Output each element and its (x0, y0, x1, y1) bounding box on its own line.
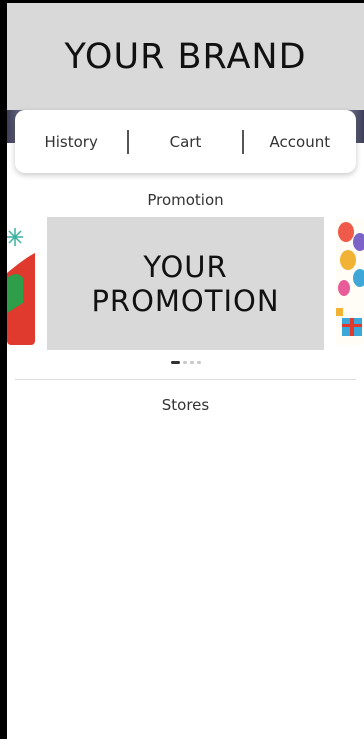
promo-card-line1: YOUR (143, 249, 228, 284)
nav-account-label: Account (269, 132, 331, 151)
promotion-carousel[interactable]: YOUR PROMOTION (7, 217, 364, 353)
promo-card-line2: PROMOTION (91, 283, 280, 318)
party-balloons-image (336, 218, 364, 345)
christmas-promo-image (7, 218, 35, 345)
app-screen: YOUR BRAND History Cart Account Promotio… (7, 3, 364, 739)
carousel-dot[interactable] (182, 361, 187, 364)
prev-promo-card[interactable] (7, 218, 35, 345)
nav-account-button[interactable]: Account (244, 110, 356, 173)
nav-history-button[interactable]: History (15, 110, 127, 173)
carousel-pagination (7, 361, 364, 364)
carousel-dot[interactable] (189, 361, 194, 364)
nav-cart-button[interactable]: Cart (129, 110, 241, 173)
nav-cart-label: Cart (169, 132, 202, 151)
carousel-dot-active[interactable] (170, 361, 180, 364)
stores-section-title: Stores (161, 396, 210, 414)
carousel-dot[interactable] (196, 361, 201, 364)
nav-history-label: History (44, 132, 98, 151)
brand-title: YOUR BRAND (64, 36, 307, 77)
quick-nav-card: History Cart Account (15, 110, 356, 173)
next-promo-card[interactable] (336, 218, 364, 345)
promotion-section-title: Promotion (147, 191, 224, 209)
section-divider (15, 379, 356, 380)
promo-card-active[interactable]: YOUR PROMOTION (47, 217, 324, 350)
brand-header: YOUR BRAND (7, 3, 364, 110)
